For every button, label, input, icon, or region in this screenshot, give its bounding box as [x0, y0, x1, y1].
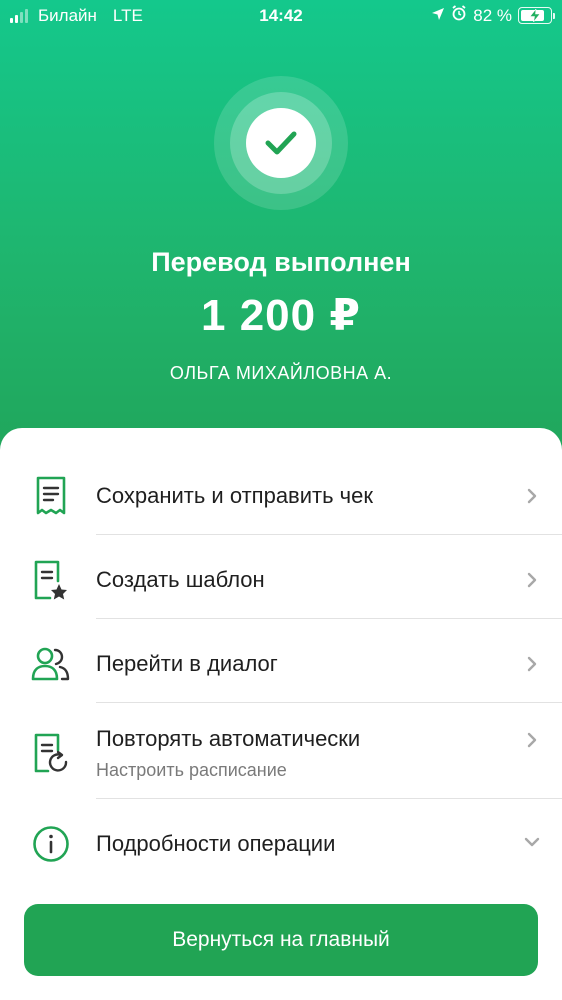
battery-percent: 82 %	[473, 5, 512, 25]
divider	[96, 702, 562, 703]
operation-details-action[interactable]: Подробности операции	[0, 820, 562, 868]
alarm-icon	[451, 5, 467, 26]
action-label: Перейти в диалог	[96, 651, 278, 676]
return-home-button[interactable]: Вернуться на главный	[24, 904, 538, 976]
transfer-status-title: Перевод выполнен	[151, 247, 411, 277]
action-label: Повторять автоматически	[96, 726, 361, 751]
action-label: Сохранить и отправить чек	[96, 483, 373, 508]
recipient-name: ОЛЬГА МИХАЙЛОВНА А.	[169, 363, 393, 383]
chevron-down-icon	[524, 834, 540, 850]
divider	[96, 798, 562, 799]
divider	[96, 534, 562, 535]
transfer-amount: 1 200 ₽	[201, 291, 361, 340]
chevron-right-icon	[524, 656, 540, 672]
action-label: Подробности операции	[96, 831, 336, 856]
template-star-icon	[30, 559, 72, 601]
receipt-icon	[30, 475, 72, 517]
repeat-automatically-action[interactable]: Повторять автоматически Настроить распис…	[0, 720, 562, 784]
go-to-dialog-action[interactable]: Перейти в диалог	[0, 640, 562, 688]
info-icon	[30, 823, 72, 865]
divider	[96, 618, 562, 619]
success-header: Билайн LTE 14:42 82 % Перевод выполнен 1…	[0, 0, 562, 470]
battery-charging-icon	[518, 7, 555, 24]
action-sublabel: Настроить расписание	[96, 760, 287, 780]
action-label: Создать шаблон	[96, 567, 265, 592]
chevron-right-icon	[524, 732, 540, 748]
create-template-action[interactable]: Создать шаблон	[0, 556, 562, 604]
status-bar: Билайн LTE 14:42 82 %	[0, 0, 562, 32]
people-icon	[30, 643, 72, 685]
checkmark-icon	[246, 108, 316, 178]
repeat-document-icon	[30, 732, 72, 774]
location-arrow-icon	[431, 6, 445, 26]
success-badge	[214, 76, 348, 210]
status-right: 82 %	[431, 5, 555, 26]
save-send-receipt-action[interactable]: Сохранить и отправить чек	[0, 472, 562, 520]
chevron-right-icon	[524, 488, 540, 504]
chevron-right-icon	[524, 572, 540, 588]
success-ring	[230, 92, 332, 194]
